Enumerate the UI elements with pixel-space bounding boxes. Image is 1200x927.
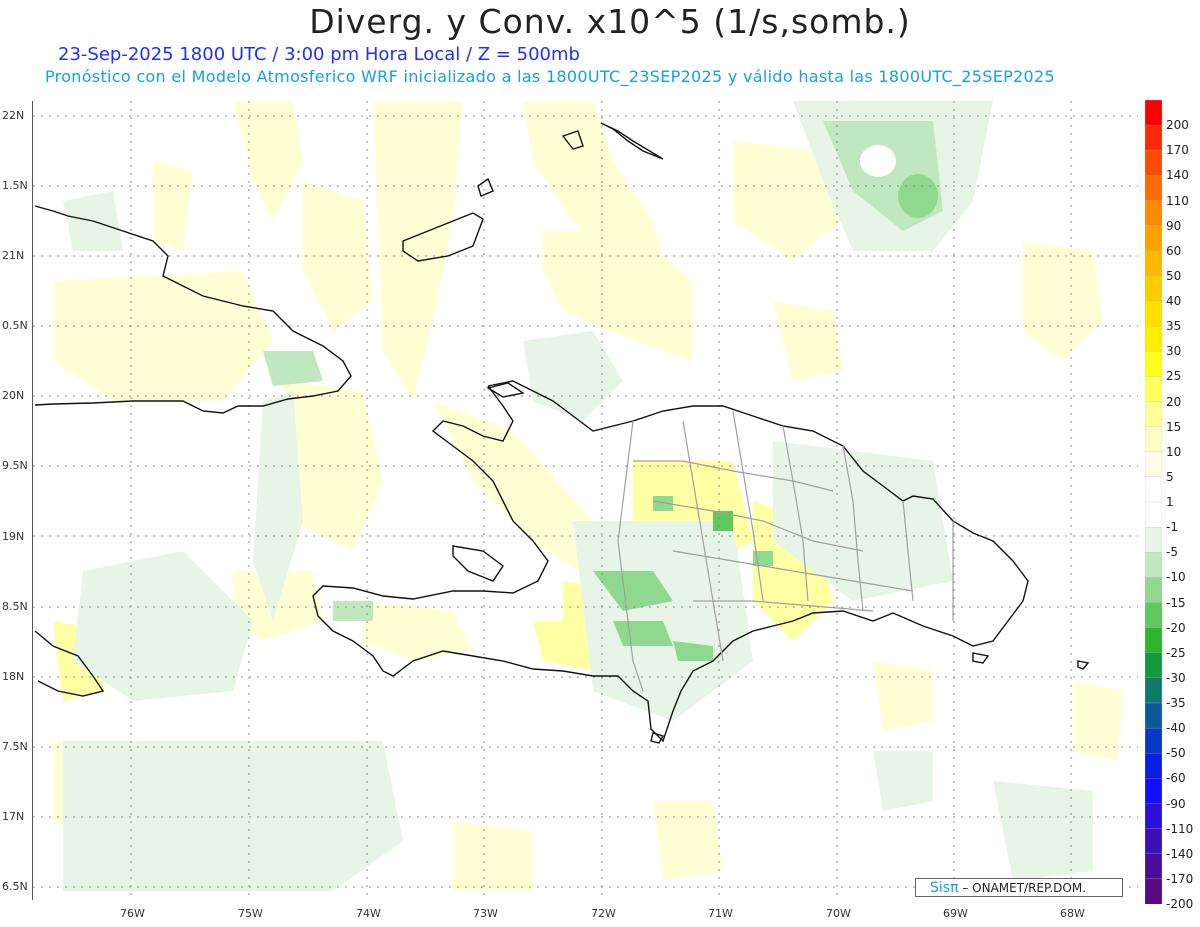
lat-label-19-5n: 9.5N [2, 459, 28, 472]
colorbar-tick-label: 60 [1166, 243, 1182, 258]
colorbar-tick-label: 140 [1166, 168, 1189, 183]
colorbar-tick-label: -200 [1166, 897, 1194, 911]
colorbar-tick-label: -10 [1166, 570, 1186, 585]
colorbar-swatch [1145, 225, 1162, 252]
colorbar-tick-label: 35 [1166, 319, 1182, 334]
lon-label-70w: 70W [826, 907, 851, 920]
colorbar-tick-label: 10 [1166, 444, 1182, 459]
colorbar-swatch [1145, 175, 1162, 202]
colorbar-tick-label: 5 [1166, 469, 1174, 484]
colorbar-swatch [1145, 526, 1162, 553]
island-mona [1077, 660, 1090, 670]
colorbar-tick-label: -5 [1166, 545, 1178, 560]
colorbar-tick-label: 50 [1166, 268, 1182, 283]
colorbar-swatch [1145, 778, 1162, 805]
colorbar-swatch [1145, 501, 1162, 528]
subtitle-date: 23-Sep-2025 1800 UTC / 3:00 pm Hora Loca… [58, 44, 580, 65]
colorbar-swatch [1145, 652, 1162, 679]
colorbar-tick-label: 30 [1166, 344, 1182, 359]
lat-label-19n: 19N [2, 530, 25, 543]
lat-label-20-5n: 0.5N [2, 319, 28, 332]
colorbar-swatch [1145, 100, 1162, 126]
map-canvas [33, 101, 1138, 900]
colorbar-swatch [1145, 552, 1162, 579]
colorbar-tick-label: 90 [1166, 218, 1182, 233]
colorbar-tick-label: 200 [1166, 118, 1189, 133]
colorbar-tick-label: -170 [1166, 871, 1194, 886]
colorbar-swatch [1145, 150, 1162, 177]
credit-sis: Sisπ [930, 880, 959, 896]
colorbar-swatch [1145, 853, 1162, 880]
colorbar-swatch [1145, 727, 1162, 754]
colorbar-tick-label: -35 [1166, 696, 1186, 710]
gonave-coastline [452, 545, 504, 582]
colorbar-tick-label: 110 [1166, 193, 1189, 208]
credit-box: Sisπ – ONAMET/REP.DOM. [915, 878, 1123, 897]
chart-title: Diverg. y Conv. x10^5 (1/s,somb.) [309, 2, 911, 41]
lat-label-20n: 20N [2, 389, 25, 402]
colorbar-tick-label: -40 [1166, 721, 1186, 736]
colorbar-swatch [1145, 200, 1162, 227]
colorbar-tick-label: -90 [1166, 796, 1186, 811]
colorbar-tick-label: -30 [1166, 670, 1186, 685]
credit-org: – ONAMET/REP.DOM. [962, 881, 1087, 895]
lat-label-16-5n: 6.5N [2, 880, 28, 893]
colorbar-tick-label: -15 [1166, 595, 1186, 610]
lon-label-68w: 68W [1060, 907, 1085, 920]
lon-label-73w: 73W [473, 907, 498, 920]
colorbar-tick-label: -50 [1166, 746, 1186, 761]
colorbar-swatch [1145, 275, 1162, 302]
colorbar-swatch [1145, 577, 1162, 604]
island-saona [972, 652, 990, 664]
colorbar-swatch [1145, 124, 1162, 151]
colorbar-tick-label: -20 [1166, 620, 1186, 635]
lat-label-21-5n: 1.5N [2, 179, 28, 192]
colorbar-tick-label: 25 [1166, 369, 1182, 384]
subtitle-model: Pronóstico con el Modelo Atmosferico WRF… [45, 67, 1055, 86]
colorbar-tick-label: -25 [1166, 645, 1186, 660]
colorbar-swatch [1145, 878, 1162, 904]
lat-label-18n: 18N [2, 670, 25, 683]
island-bahamas-2 [477, 177, 494, 197]
lon-label-74w: 74W [356, 907, 381, 920]
lon-label-76w: 76W [120, 907, 145, 920]
lat-label-21n: 21N [2, 249, 25, 262]
colorbar-tick-label: 20 [1166, 394, 1182, 409]
colorbar-swatch [1145, 376, 1162, 403]
colorbar-swatch [1145, 351, 1162, 378]
lon-label-71w: 71W [708, 907, 733, 920]
lat-label-18-5n: 8.5N [2, 600, 28, 613]
colorbar-tick-label: -1 [1166, 520, 1178, 535]
lat-label-22n: 22N [2, 109, 25, 122]
colorbar-swatch [1145, 753, 1162, 780]
lat-label-17n: 17N [2, 810, 25, 823]
colorbar-swatch [1145, 828, 1162, 855]
colorbar-swatch [1145, 677, 1162, 704]
colorbar-swatch [1145, 451, 1162, 478]
colorbar-tick-label: -60 [1166, 771, 1186, 786]
island-beata [650, 732, 665, 744]
colorbar [1145, 100, 1162, 904]
colorbar-tick-label: -110 [1166, 821, 1194, 836]
colorbar-tick-label: 15 [1166, 419, 1182, 434]
lon-label-69w: 69W [943, 907, 968, 920]
colorbar-swatch [1145, 602, 1162, 629]
colorbar-tick-label: 170 [1166, 143, 1189, 158]
colorbar-swatch [1145, 426, 1162, 453]
lat-label-17-5n: 7.5N [2, 740, 28, 753]
colorbar-swatch [1145, 250, 1162, 277]
lon-label-75w: 75W [238, 907, 263, 920]
colorbar-swatch [1145, 702, 1162, 729]
colorbar-tick-label: 1 [1166, 495, 1174, 509]
lon-label-72w: 72W [591, 907, 616, 920]
map-panel [32, 101, 1138, 900]
colorbar-tick-label: -140 [1166, 846, 1194, 861]
colorbar-swatch [1145, 325, 1162, 352]
colorbar-swatch [1145, 803, 1162, 830]
colorbar-swatch [1145, 627, 1162, 654]
colorbar-tick-label: 40 [1166, 294, 1182, 308]
colorbar-swatch [1145, 476, 1162, 503]
colorbar-swatch [1145, 300, 1162, 327]
colorbar-swatch [1145, 401, 1162, 428]
